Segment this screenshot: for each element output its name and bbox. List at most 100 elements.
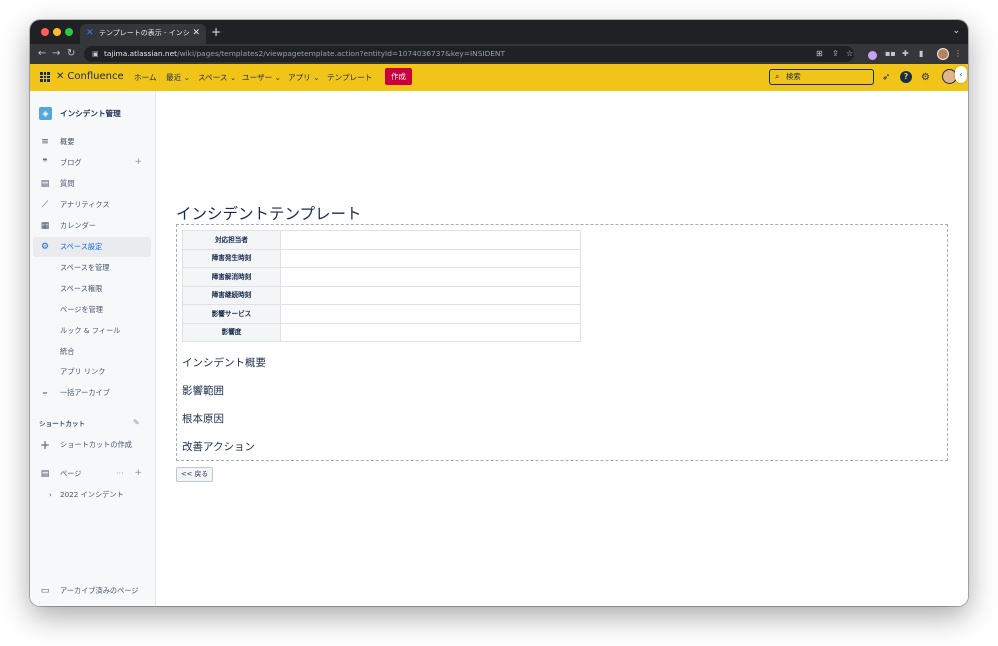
confluence-header: ✕ Confluence ホーム 最近 ⌄ スペース ⌄ ユーザー ⌄ アプリ ⌄…: [30, 64, 968, 91]
bookmark-star-icon[interactable]: ☆: [846, 48, 853, 60]
app-switcher-icon[interactable]: [40, 72, 50, 82]
sidebar-item-label: アーカイブ済みのページ: [60, 586, 139, 595]
plus-icon: +: [39, 438, 51, 452]
tab-close-icon[interactable]: ✕: [192, 27, 200, 39]
nav-spaces[interactable]: スペース ⌄: [198, 72, 236, 83]
space-logo-icon[interactable]: ◈: [39, 107, 52, 120]
overview-icon: ≡: [41, 137, 49, 147]
main-content: インシデントテンプレート 対応担当者 障害発生時刻 障害解消時刻 障害継続時刻 …: [156, 91, 968, 606]
tab-search-icon[interactable]: ⌄: [952, 25, 960, 37]
share-icon[interactable]: ⇪: [832, 48, 839, 60]
sidebar-sub-space-permissions[interactable]: スペース権限: [60, 284, 102, 294]
confluence-favicon-icon: ✕: [86, 28, 94, 38]
shortcuts-heading: ショートカット: [39, 420, 86, 428]
sidebar-item-questions[interactable]: ▤ 質問: [30, 174, 156, 194]
notifications-rocket-icon[interactable]: ➶: [882, 71, 890, 84]
pages-icon: ▤: [40, 469, 50, 479]
maximize-window-button[interactable]: [65, 28, 73, 36]
sidebar-sub-look-and-feel[interactable]: ルック & フィール: [60, 326, 120, 336]
table-value-cell: [280, 304, 581, 324]
browser-tab[interactable]: ✕ テンプレートの表示 - インシデン ✕: [80, 24, 206, 44]
page-tree-item[interactable]: 2022 インシデント: [60, 490, 124, 500]
sidebar-sub-integrations[interactable]: 統合: [60, 347, 74, 357]
add-blog-plus-icon[interactable]: +: [134, 157, 142, 168]
bulk-archive-icon: ⩦: [42, 388, 48, 398]
reload-icon[interactable]: ↻: [67, 47, 75, 61]
sidebar-item-label: 一括アーカイブ: [60, 388, 110, 397]
incident-info-table: 対応担当者 障害発生時刻 障害解消時刻 障害継続時刻 影響サービス 影響度: [182, 230, 581, 342]
table-row: 影響度: [182, 322, 581, 342]
table-header-cell: 影響サービス: [182, 304, 281, 324]
browser-window: ✕ テンプレートの表示 - インシデン ✕ + ⌄ ← → ↻ ▣ tajima…: [30, 20, 968, 606]
table-value-cell: [280, 267, 581, 287]
table-value-cell: [280, 285, 581, 305]
extension-badge-icon[interactable]: [868, 51, 877, 60]
search-icon: ⌕: [775, 72, 780, 81]
edit-shortcuts-pencil-icon[interactable]: ✎: [133, 418, 140, 428]
translate-icon[interactable]: ⊞: [816, 48, 823, 60]
heading-improvement-actions: 改善アクション: [182, 441, 255, 453]
table-header-cell: 影響度: [182, 322, 281, 342]
confluence-logo[interactable]: ✕ Confluence: [56, 70, 124, 84]
sidebar-sub-manage-space[interactable]: スペースを管理: [60, 263, 109, 273]
sidebar-item-label: ショートカットの作成: [60, 440, 132, 449]
sidebar-item-bulk-archive[interactable]: ⩦ 一括アーカイブ: [30, 383, 156, 403]
minimize-window-button[interactable]: [53, 28, 61, 36]
new-tab-button[interactable]: +: [211, 24, 221, 40]
help-icon[interactable]: ?: [900, 71, 912, 83]
nav-home[interactable]: ホーム: [134, 72, 157, 83]
settings-gear-icon[interactable]: ⚙: [921, 71, 930, 84]
sidebar-sub-manage-pages[interactable]: ページを管理: [60, 305, 103, 315]
nav-apps[interactable]: アプリ ⌄: [288, 72, 320, 83]
sidepanel-icon[interactable]: ▮: [919, 48, 923, 60]
chevron-right-icon[interactable]: ›: [49, 490, 52, 500]
table-row: 障害解消時刻: [182, 267, 581, 287]
sidebar-item-label: ページ: [60, 469, 82, 478]
collapse-sidebar-chevron-icon[interactable]: ‹: [955, 66, 967, 83]
extension-dots-icon[interactable]: ▪▪: [885, 48, 896, 60]
sidebar-item-create-shortcut[interactable]: + ショートカットの作成: [30, 435, 156, 455]
sidebar-item-label: アナリティクス: [60, 200, 110, 209]
pages-more-icon[interactable]: ···: [116, 469, 124, 479]
table-value-cell: [280, 230, 581, 250]
sidebar-item-analytics[interactable]: ⟋ アナリティクス: [30, 195, 156, 215]
heading-impact-scope: 影響範囲: [182, 385, 224, 397]
sidebar-item-label: スペース設定: [60, 242, 103, 251]
extensions-puzzle-icon[interactable]: ✚: [902, 48, 909, 60]
table-header-cell: 障害継続時刻: [182, 285, 281, 305]
profile-avatar[interactable]: [937, 48, 949, 60]
sidebar-item-label: 質問: [60, 179, 75, 188]
back-button[interactable]: << 戻る: [176, 467, 213, 482]
table-row: 障害継続時刻: [182, 285, 581, 305]
tab-bar: ✕ テンプレートの表示 - インシデン ✕ + ⌄: [30, 20, 968, 44]
nav-people[interactable]: ユーザー ⌄: [242, 72, 281, 83]
sidebar-item-blog[interactable]: ❞ ブログ +: [30, 153, 156, 173]
url-text: tajima.atlassian.net/wiki/pages/template…: [104, 49, 505, 58]
table-header-cell: 対応担当者: [182, 230, 281, 250]
url-input[interactable]: ▣ tajima.atlassian.net/wiki/pages/templa…: [84, 46, 854, 62]
sidebar-item-archived-pages[interactable]: ▭ アーカイブ済みのページ: [30, 581, 156, 601]
sidebar-item-pages[interactable]: ▤ ページ ··· +: [30, 464, 156, 484]
sidebar-item-space-settings[interactable]: ⚙ スペース設定: [33, 237, 151, 257]
table-row: 対応担当者: [182, 230, 581, 250]
sidebar-item-overview[interactable]: ≡ 概要: [30, 132, 156, 152]
space-sidebar: ◈ インシデント管理 ≡ 概要 ❞ ブログ + ▤ 質問 ⟋ アナリティクス ▦…: [30, 91, 156, 606]
sidebar-sub-app-links[interactable]: アプリ リンク: [60, 367, 105, 377]
forward-icon[interactable]: →: [52, 47, 60, 61]
back-icon[interactable]: ←: [38, 47, 46, 61]
close-window-button[interactable]: [41, 28, 49, 36]
quote-icon: ❞: [42, 158, 48, 168]
nav-recent[interactable]: 最近 ⌄: [166, 72, 190, 83]
space-name[interactable]: インシデント管理: [60, 108, 121, 119]
add-page-plus-icon[interactable]: +: [134, 468, 142, 479]
analytics-chart-icon: ⟋: [41, 200, 49, 210]
table-header-cell: 障害解消時刻: [182, 267, 281, 287]
search-placeholder: 検索: [786, 72, 801, 81]
create-button[interactable]: 作成: [385, 68, 412, 85]
search-input[interactable]: ⌕ 検索: [769, 69, 874, 85]
confluence-mark-icon: ✕: [56, 71, 65, 82]
sidebar-item-label: 概要: [60, 137, 75, 146]
nav-templates[interactable]: テンプレート: [327, 72, 372, 83]
browser-menu-icon[interactable]: ⋮: [954, 48, 962, 60]
sidebar-item-calendar[interactable]: ▦ カレンダー: [30, 216, 156, 236]
